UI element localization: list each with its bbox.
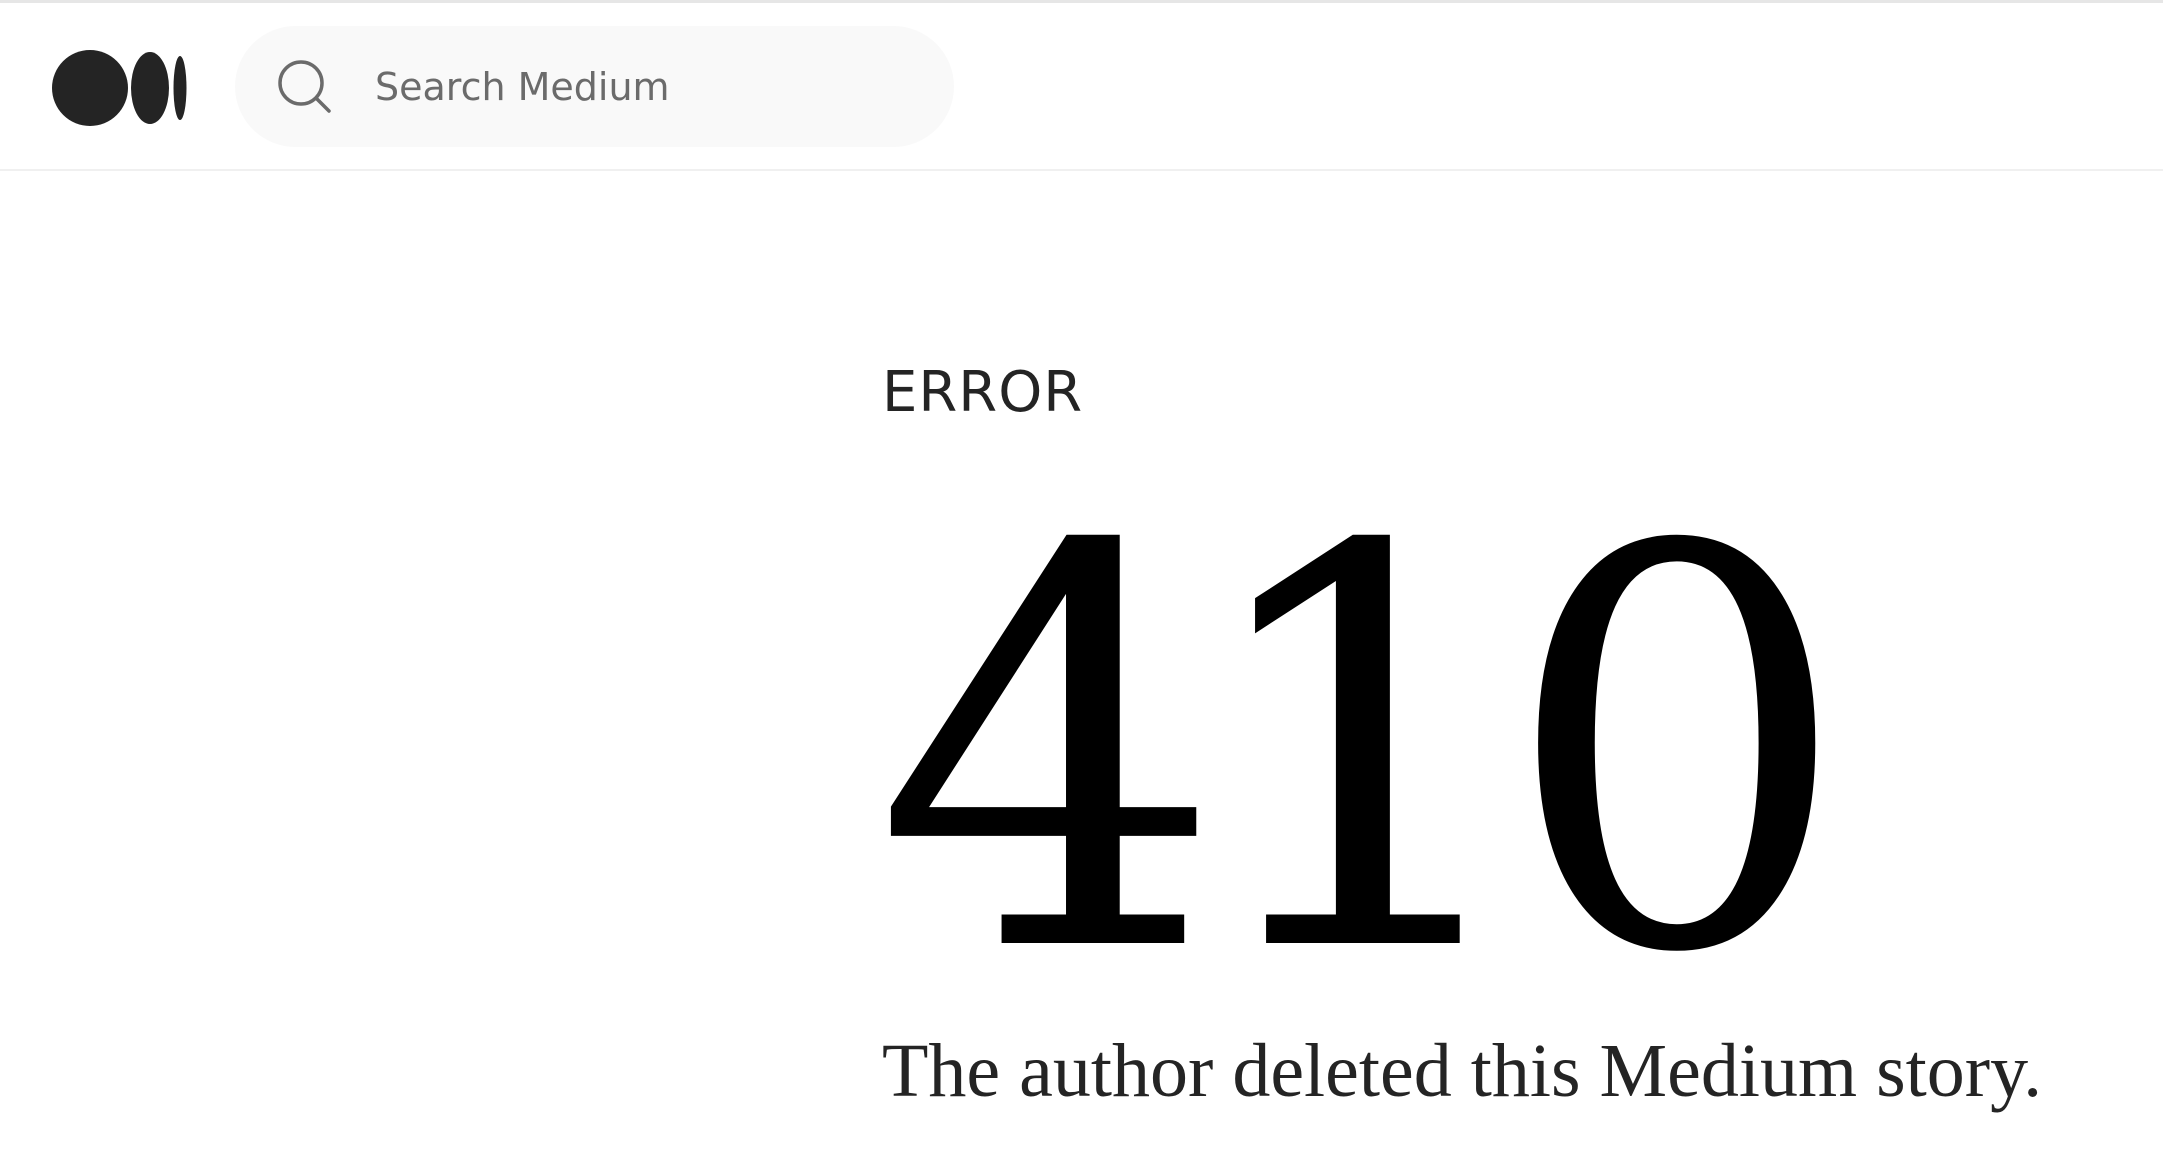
error-code: 410 xyxy=(874,432,1852,1073)
error-message: The author deleted this Medium story. xyxy=(882,1029,2043,1113)
error-label: ERROR xyxy=(882,360,1084,425)
site-header xyxy=(0,3,2163,171)
search-input[interactable] xyxy=(375,26,915,147)
medium-logo-icon[interactable] xyxy=(52,47,190,129)
search-icon[interactable] xyxy=(277,59,333,115)
search-bar[interactable] xyxy=(235,26,954,147)
